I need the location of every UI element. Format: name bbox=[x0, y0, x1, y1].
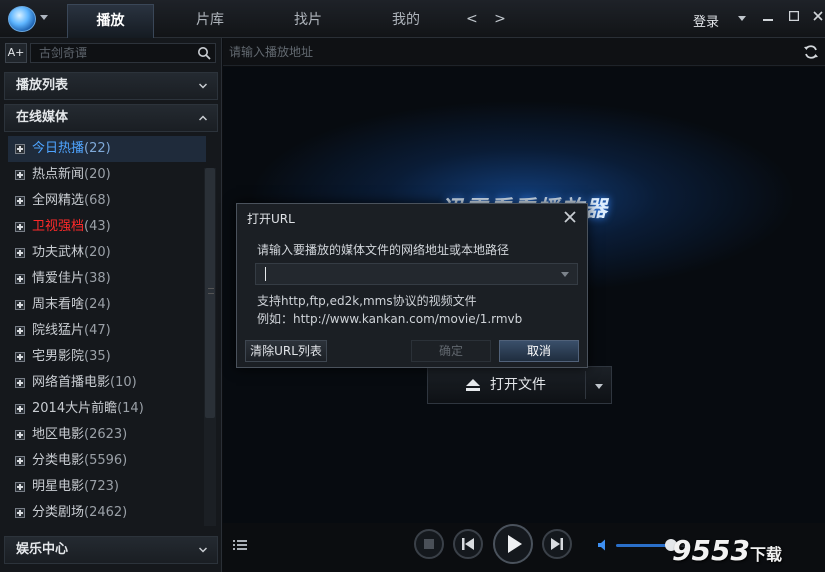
search-input[interactable] bbox=[31, 44, 191, 62]
expand-plus-icon[interactable] bbox=[15, 144, 25, 154]
expand-plus-icon[interactable] bbox=[15, 404, 25, 414]
next-button[interactable] bbox=[542, 529, 572, 559]
eject-icon bbox=[466, 379, 480, 391]
tab-find[interactable]: 找片 bbox=[268, 4, 348, 38]
previous-icon bbox=[462, 538, 474, 550]
previous-button[interactable] bbox=[453, 529, 483, 559]
text-cursor bbox=[265, 267, 266, 281]
playlist-icon[interactable] bbox=[233, 539, 247, 551]
watermark-text: 9553 bbox=[672, 534, 750, 567]
list-item[interactable]: 分类电影(5596) bbox=[8, 448, 206, 474]
expand-plus-icon[interactable] bbox=[15, 456, 25, 466]
list-item[interactable]: 全网精选(68) bbox=[8, 188, 206, 214]
expand-plus-icon[interactable] bbox=[15, 482, 25, 492]
font-size-button[interactable]: A+ bbox=[5, 43, 27, 63]
section-online-media-label: 在线媒体 bbox=[16, 110, 69, 125]
expand-plus-icon[interactable] bbox=[15, 378, 25, 388]
open-file-button[interactable]: 打开文件 bbox=[427, 366, 612, 404]
expand-plus-icon[interactable] bbox=[15, 300, 25, 310]
support-text: 支持http,ftp,ed2k,mms协议的视频文件 bbox=[257, 294, 477, 308]
sidebar-scrollbar[interactable] bbox=[204, 168, 216, 526]
play-icon bbox=[508, 535, 522, 553]
maximize-icon[interactable] bbox=[786, 10, 802, 26]
open-file-dropdown[interactable] bbox=[586, 367, 612, 403]
app-logo-icon[interactable] bbox=[8, 6, 36, 32]
menu-caret-icon[interactable] bbox=[734, 10, 750, 26]
ok-button[interactable]: 确定 bbox=[411, 340, 491, 362]
search-box bbox=[30, 43, 216, 63]
refresh-icon[interactable] bbox=[803, 44, 819, 60]
expand-plus-icon[interactable] bbox=[15, 352, 25, 362]
tab-mine[interactable]: 我的 bbox=[366, 4, 446, 38]
tab-library[interactable]: 片库 bbox=[170, 4, 250, 38]
dropdown-caret-icon bbox=[595, 384, 603, 389]
watermark: 9553下载 bbox=[672, 534, 782, 567]
expand-plus-icon[interactable] bbox=[15, 222, 25, 232]
open-file-main[interactable]: 打开文件 bbox=[428, 367, 585, 403]
clear-url-list-button[interactable]: 清除URL列表 bbox=[245, 340, 327, 362]
example-text: 例如：http://www.kankan.com/movie/1.rmvb bbox=[257, 312, 523, 326]
stop-button[interactable] bbox=[414, 529, 444, 559]
expand-plus-icon[interactable] bbox=[15, 326, 25, 336]
dialog-url-input[interactable] bbox=[256, 264, 556, 284]
search-icon[interactable] bbox=[197, 46, 211, 60]
expand-plus-icon[interactable] bbox=[15, 430, 25, 440]
list-item[interactable]: 今日热播(22) bbox=[8, 136, 206, 162]
sidebar: A+ 播放列表 在线媒体 今日热播(22) 热点新闻(20) 全网精选(68) … bbox=[0, 38, 222, 572]
minimize-icon[interactable] bbox=[760, 10, 776, 26]
list-item[interactable]: 热点新闻(20) bbox=[8, 162, 206, 188]
list-item[interactable]: 情爱佳片(38) bbox=[8, 266, 206, 292]
list-item[interactable]: 明星电影(723) bbox=[8, 474, 206, 500]
list-item[interactable]: 院线猛片(47) bbox=[8, 318, 206, 344]
close-icon[interactable] bbox=[810, 10, 825, 26]
list-item[interactable]: 周末看啥(24) bbox=[8, 292, 206, 318]
combobox-caret-icon[interactable] bbox=[561, 272, 569, 277]
next-icon bbox=[551, 538, 563, 550]
open-url-dialog: 打开URL 请输入要播放的媒体文件的网络地址或本地路径 支持http,ftp,e… bbox=[236, 203, 588, 368]
scrollbar-thumb[interactable] bbox=[205, 168, 215, 418]
expand-plus-icon[interactable] bbox=[15, 508, 25, 518]
expand-plus-icon[interactable] bbox=[15, 274, 25, 284]
dialog-prompt: 请输入要播放的媒体文件的网络地址或本地路径 bbox=[257, 243, 510, 257]
chevron-down-icon bbox=[199, 547, 207, 553]
logo-menu-caret-icon[interactable] bbox=[40, 15, 48, 20]
dialog-title: 打开URL bbox=[247, 212, 295, 226]
stop-icon bbox=[424, 539, 434, 549]
list-item[interactable]: 分类剧场(2462) bbox=[8, 500, 206, 526]
expand-plus-icon[interactable] bbox=[15, 196, 25, 206]
url-input[interactable] bbox=[229, 42, 789, 62]
list-item[interactable]: 卫视强档(43) bbox=[8, 214, 206, 240]
list-item[interactable]: 网络首播电影(10) bbox=[8, 370, 206, 396]
tab-play[interactable]: 播放 bbox=[67, 4, 154, 38]
volume-icon[interactable] bbox=[597, 538, 611, 552]
nav-arrows[interactable]: < > bbox=[466, 11, 512, 27]
expand-plus-icon[interactable] bbox=[15, 170, 25, 180]
list-item[interactable]: 宅男影院(35) bbox=[8, 344, 206, 370]
section-entertainment-label: 娱乐中心 bbox=[16, 542, 69, 557]
cancel-button[interactable]: 取消 bbox=[499, 340, 579, 362]
section-playlist-label: 播放列表 bbox=[16, 78, 69, 93]
expand-plus-icon[interactable] bbox=[15, 248, 25, 258]
chevron-up-icon bbox=[199, 115, 207, 121]
url-combobox[interactable] bbox=[255, 263, 578, 285]
watermark-suffix: 下载 bbox=[749, 545, 782, 564]
login-link[interactable]: 登录 bbox=[693, 11, 719, 30]
open-file-label: 打开文件 bbox=[490, 377, 546, 393]
section-entertainment[interactable]: 娱乐中心 bbox=[4, 536, 218, 564]
close-icon[interactable] bbox=[563, 210, 577, 224]
section-playlist[interactable]: 播放列表 bbox=[4, 72, 218, 100]
list-item[interactable]: 功夫武林(20) bbox=[8, 240, 206, 266]
section-online-media[interactable]: 在线媒体 bbox=[4, 104, 218, 132]
list-item[interactable]: 地区电影(2623) bbox=[8, 422, 206, 448]
list-item[interactable]: 2014大片前瞻(14) bbox=[8, 396, 206, 422]
play-button[interactable] bbox=[493, 524, 533, 564]
chevron-down-icon bbox=[199, 83, 207, 89]
media-category-list: 今日热播(22) 热点新闻(20) 全网精选(68) 卫视强档(43) 功夫武林… bbox=[8, 136, 206, 526]
url-bar bbox=[223, 38, 825, 66]
title-bar: 播放 片库 找片 我的 < > 登录 bbox=[0, 0, 825, 38]
